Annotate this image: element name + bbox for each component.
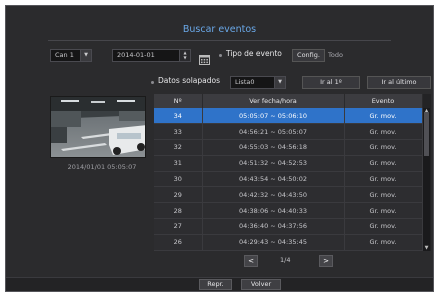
channel-select[interactable]: Can 1 ▼ (50, 49, 92, 62)
page-indicator: 1/4 (280, 256, 291, 264)
table-row[interactable]: 32 04:55:03 ~ 04:56:18 Gr. mov. (154, 139, 423, 156)
channel-select-value: Can 1 (55, 51, 74, 59)
action-bar: Repr. Volver (6, 277, 433, 291)
cell-number: 30 (154, 171, 203, 188)
chevron-down-icon: ▼ (80, 50, 91, 61)
cell-number: 28 (154, 202, 203, 220)
table-row[interactable]: 31 04:51:32 ~ 04:52:53 Gr. mov. (154, 155, 423, 172)
table-scrollbar[interactable]: ▲ ▼ (423, 108, 430, 251)
cell-number: 31 (154, 155, 203, 172)
overlap-select-value: Lista0 (235, 78, 255, 86)
cell-datetime: 05:05:07 ~ 05:06:10 (202, 108, 345, 125)
table-row[interactable]: 33 04:56:21 ~ 05:05:07 Gr. mov. (154, 123, 423, 141)
play-button[interactable]: Repr. (199, 279, 232, 290)
cell-datetime: 04:38:06 ~ 04:40:33 (202, 202, 345, 220)
overlap-select[interactable]: Lista0 ▼ (230, 76, 286, 89)
cell-datetime: 04:29:43 ~ 04:35:45 (202, 234, 345, 251)
table-row[interactable]: 27 04:36:40 ~ 04:37:56 Gr. mov. (154, 218, 423, 235)
cell-event: Gr. mov. (344, 234, 423, 251)
video-preview-image (50, 96, 146, 158)
cell-datetime: 04:51:32 ~ 04:52:53 (202, 155, 345, 172)
cell-datetime: 04:43:54 ~ 04:50:02 (202, 171, 345, 188)
go-first-button[interactable]: Ir al 1º (302, 76, 360, 89)
overlap-label: Datos solapados (158, 76, 220, 85)
cell-datetime: 04:42:32 ~ 04:43:50 (202, 186, 345, 204)
cell-datetime: 04:56:21 ~ 05:05:07 (202, 123, 345, 141)
cell-event: Gr. mov. (344, 171, 423, 188)
scroll-down-icon[interactable]: ▼ (423, 245, 430, 251)
cell-event: Gr. mov. (344, 155, 423, 172)
cell-datetime: 04:55:03 ~ 04:56:18 (202, 139, 345, 156)
next-page-button[interactable]: > (319, 255, 333, 267)
table-row[interactable]: 34 05:05:07 ~ 05:06:10 Gr. mov. (154, 108, 423, 125)
event-config-button[interactable]: Config. (292, 49, 325, 62)
cell-event: Gr. mov. (344, 186, 423, 204)
event-search-window: Buscar eventos Can 1 ▼ 2014-01-01 ▲ ▼ Tip… (5, 5, 434, 292)
title-divider (48, 40, 391, 41)
table-row[interactable]: 26 04:29:43 ~ 04:35:45 Gr. mov. (154, 234, 423, 251)
table-row[interactable]: 29 04:42:32 ~ 04:43:50 Gr. mov. (154, 186, 423, 204)
cell-event: Gr. mov. (344, 108, 423, 125)
cell-number: 27 (154, 218, 203, 235)
bullet-icon (151, 81, 154, 84)
cell-number: 32 (154, 139, 203, 156)
cell-event: Gr. mov. (344, 123, 423, 141)
date-field-value: 2014-01-01 (117, 51, 155, 59)
bullet-icon (219, 54, 222, 57)
cell-number: 34 (154, 108, 203, 125)
cell-datetime: 04:36:40 ~ 04:37:56 (202, 218, 345, 235)
prev-page-button[interactable]: < (244, 255, 258, 267)
page-title: Buscar eventos (182, 24, 257, 35)
cell-event: Gr. mov. (344, 218, 423, 235)
cell-event: Gr. mov. (344, 139, 423, 156)
calendar-icon[interactable] (199, 50, 210, 65)
date-field[interactable]: 2014-01-01 ▲ ▼ (112, 49, 191, 62)
event-table: Nº Ver fecha/hora Evento 34 05:05:07 ~ 05… (154, 94, 431, 251)
column-header-datetime[interactable]: Ver fecha/hora (202, 94, 345, 108)
cell-number: 26 (154, 234, 203, 251)
preview-timestamp: 2014/01/01 05:05:07 (67, 163, 137, 171)
cell-event: Gr. mov. (344, 202, 423, 220)
cell-number: 29 (154, 186, 203, 204)
event-type-label: Tipo de evento (226, 49, 282, 58)
table-row[interactable]: 28 04:38:06 ~ 04:40:33 Gr. mov. (154, 202, 423, 220)
stepper-icon[interactable]: ▲ ▼ (179, 50, 190, 61)
scrollbar-thumb[interactable] (424, 112, 429, 156)
column-header-number[interactable]: Nº (154, 94, 203, 108)
go-last-button[interactable]: Ir al último (367, 76, 431, 89)
event-type-value: Todo (328, 51, 343, 59)
table-row[interactable]: 30 04:43:54 ~ 04:50:02 Gr. mov. (154, 171, 423, 188)
column-header-event[interactable]: Evento (344, 94, 423, 108)
back-button[interactable]: Volver (241, 279, 281, 290)
chevron-down-icon: ▼ (274, 77, 285, 88)
cell-number: 33 (154, 123, 203, 141)
